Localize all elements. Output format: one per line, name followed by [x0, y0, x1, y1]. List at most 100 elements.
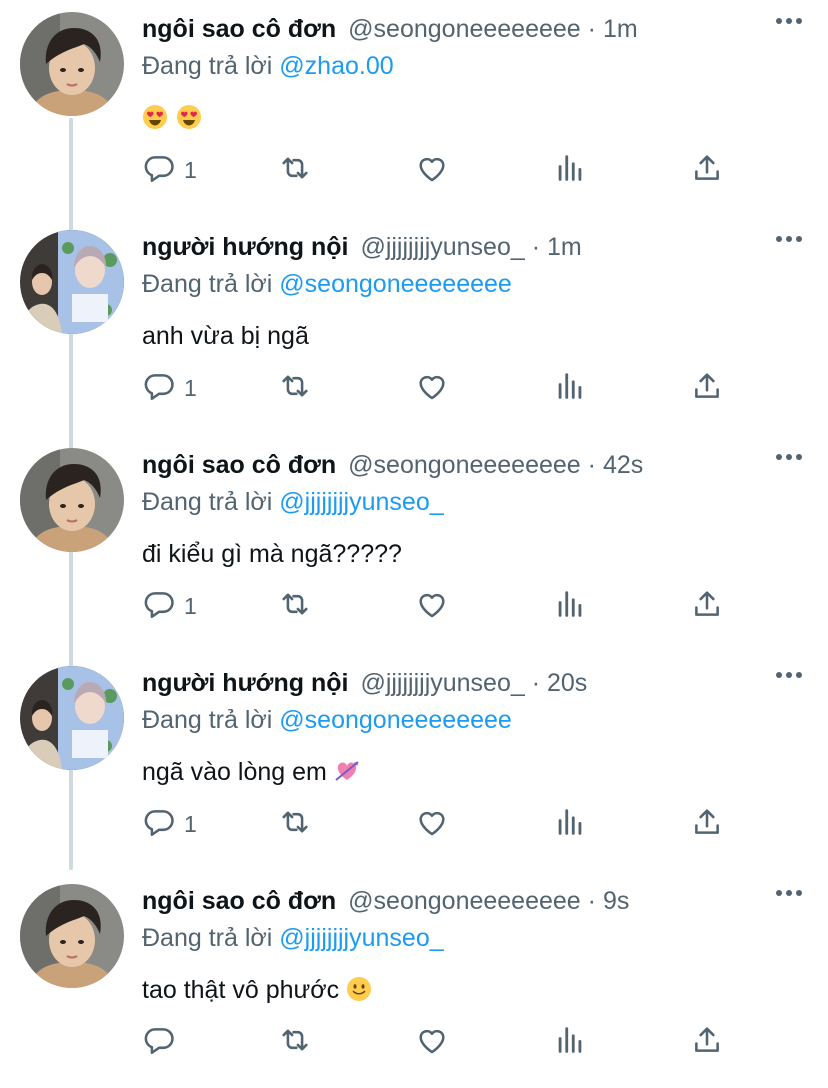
display-name[interactable]: người hướng nội: [142, 669, 348, 697]
avatar[interactable]: [20, 12, 124, 116]
more-options-icon[interactable]: [776, 454, 802, 460]
share-button[interactable]: [690, 150, 724, 190]
retweet-button[interactable]: [278, 150, 312, 190]
tweet-actions: 1: [142, 804, 742, 844]
replying-to: Đang trả lời @seongoneeeeeeee: [142, 268, 512, 300]
view-stats-button[interactable]: [553, 586, 587, 626]
share-button[interactable]: [690, 804, 724, 844]
replying-to-mention[interactable]: @jjjjjjjjyunseo_: [279, 924, 443, 952]
display-name[interactable]: ngôi sao cô đơn: [142, 451, 336, 479]
username-handle[interactable]: @seongoneeeeeeee: [348, 887, 581, 915]
replying-to-label: Đang trả lời: [142, 488, 273, 516]
like-button[interactable]: [415, 586, 449, 626]
replying-to-label: Đang trả lời: [142, 52, 273, 80]
separator-dot: ·: [524, 233, 547, 261]
tweet-text: ngã vào lòng em: [142, 756, 368, 788]
share-button[interactable]: [690, 1022, 724, 1062]
timestamp[interactable]: 1m: [547, 233, 582, 261]
username-handle[interactable]: @seongoneeeeeeee: [348, 451, 581, 479]
tweet-text-content: tao thật vô phước: [142, 976, 340, 1004]
stats-icon: [553, 805, 587, 844]
tweet[interactable]: ngôi sao cô đơn @seongoneeeeeeee · 42s Đan…: [0, 436, 828, 652]
avatar[interactable]: [20, 448, 124, 552]
like-button[interactable]: [415, 368, 449, 408]
stats-icon: [553, 1023, 587, 1062]
replying-to-mention[interactable]: @seongoneeeeeeee: [279, 706, 512, 734]
heart-eyes-emoji: [142, 104, 176, 132]
view-stats-button[interactable]: [553, 150, 587, 190]
separator-dot: ·: [580, 451, 603, 479]
tweet[interactable]: ngôi sao cô đơn @seongoneeeeeeee · 1m Đang…: [0, 0, 828, 216]
display-name[interactable]: người hướng nội: [142, 233, 348, 261]
separator-dot: ·: [524, 669, 547, 697]
retweet-button[interactable]: [278, 1022, 312, 1062]
reply-button[interactable]: 1: [142, 368, 197, 408]
reply-button[interactable]: [142, 1022, 184, 1062]
tweet-header: ngôi sao cô đơn @seongoneeeeeeee · 42s: [142, 450, 768, 480]
more-options-icon[interactable]: [776, 672, 802, 678]
reply-icon: [142, 151, 176, 190]
replying-to: Đang trả lời @seongoneeeeeeee: [142, 704, 512, 736]
like-button[interactable]: [415, 1022, 449, 1062]
tweet[interactable]: người hướng nội @jjjjjjjjyunseo_ · 20s Đan…: [0, 654, 828, 870]
replying-to-label: Đang trả lời: [142, 270, 273, 298]
retweet-icon: [278, 805, 312, 844]
share-icon: [690, 151, 724, 190]
timestamp[interactable]: 42s: [603, 451, 643, 479]
like-button[interactable]: [415, 150, 449, 190]
username-handle[interactable]: @jjjjjjjjyunseo_: [360, 669, 524, 697]
reply-count: 1: [184, 374, 197, 401]
avatar[interactable]: [20, 884, 124, 988]
tweet-actions: 1: [142, 586, 742, 626]
heart-eyes-emoji: [176, 104, 210, 132]
tweet-actions: 1: [142, 368, 742, 408]
username-handle[interactable]: @jjjjjjjjyunseo_: [360, 233, 524, 261]
like-button[interactable]: [415, 804, 449, 844]
display-name[interactable]: ngôi sao cô đơn: [142, 15, 336, 43]
timestamp[interactable]: 1m: [603, 15, 638, 43]
more-options-icon[interactable]: [776, 236, 802, 242]
view-stats-button[interactable]: [553, 368, 587, 408]
share-icon: [690, 369, 724, 408]
reply-count: 1: [184, 592, 197, 619]
reply-count: 1: [184, 156, 197, 183]
tweet-header: người hướng nội @jjjjjjjjyunseo_ · 20s: [142, 668, 768, 698]
retweet-button[interactable]: [278, 804, 312, 844]
avatar[interactable]: [20, 666, 124, 770]
display-name[interactable]: ngôi sao cô đơn: [142, 887, 336, 915]
username-handle[interactable]: @seongoneeeeeeee: [348, 15, 581, 43]
reply-icon: [142, 369, 176, 408]
timestamp[interactable]: 20s: [547, 669, 587, 697]
share-button[interactable]: [690, 368, 724, 408]
timestamp[interactable]: 9s: [603, 887, 629, 915]
tweet-actions: 1: [142, 150, 742, 190]
replying-to: Đang trả lời @jjjjjjjjyunseo_: [142, 922, 444, 954]
stats-icon: [553, 151, 587, 190]
heart-with-arrow-emoji: [334, 758, 368, 786]
tweet-header: ngôi sao cô đơn @seongoneeeeeeee · 1m: [142, 14, 768, 44]
reply-button[interactable]: 1: [142, 586, 197, 626]
view-stats-button[interactable]: [553, 1022, 587, 1062]
share-button[interactable]: [690, 586, 724, 626]
replying-to-mention[interactable]: @zhao.00: [279, 52, 393, 80]
more-options-icon[interactable]: [776, 18, 802, 24]
replying-to-label: Đang trả lời: [142, 706, 273, 734]
replying-to-mention[interactable]: @jjjjjjjjyunseo_: [279, 488, 443, 516]
tweet[interactable]: người hướng nội @jjjjjjjjyunseo_ · 1m Đang…: [0, 218, 828, 434]
retweet-button[interactable]: [278, 586, 312, 626]
stats-icon: [553, 587, 587, 626]
tweet-header: người hướng nội @jjjjjjjjyunseo_ · 1m: [142, 232, 768, 262]
retweet-icon: [278, 151, 312, 190]
view-stats-button[interactable]: [553, 804, 587, 844]
more-options-icon[interactable]: [776, 890, 802, 896]
tweet-actions: [142, 1022, 742, 1062]
avatar[interactable]: [20, 230, 124, 334]
heart-icon: [415, 151, 449, 190]
reply-button[interactable]: 1: [142, 150, 197, 190]
reply-button[interactable]: 1: [142, 804, 197, 844]
retweet-icon: [278, 587, 312, 626]
replying-to-mention[interactable]: @seongoneeeeeeee: [279, 270, 512, 298]
tweet[interactable]: ngôi sao cô đơn @seongoneeeeeeee · 9s Đang…: [0, 872, 828, 1088]
retweet-button[interactable]: [278, 368, 312, 408]
reply-icon: [142, 587, 176, 626]
